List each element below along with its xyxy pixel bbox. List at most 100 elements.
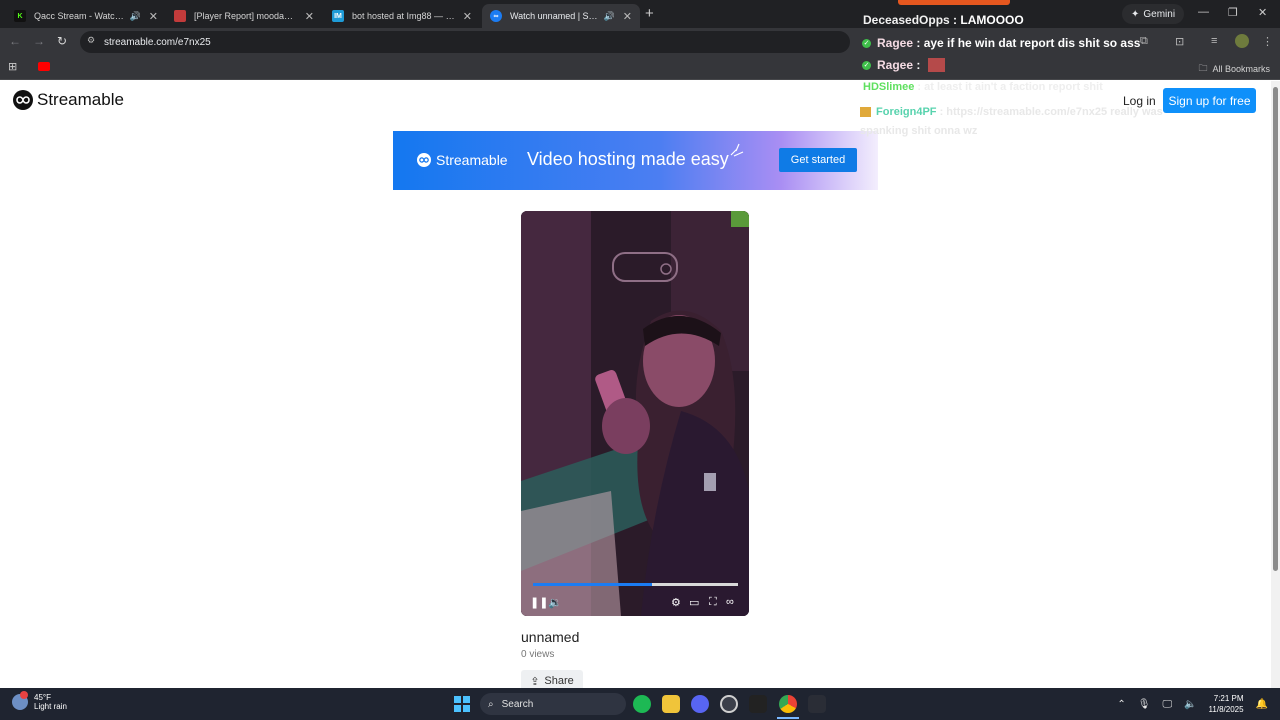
apps-grid-icon[interactable]: ⊞ (8, 60, 17, 73)
chat-message: aye if he win dat report dis shit so ass (923, 36, 1141, 50)
tab-streamable[interactable]: ∞ Watch unnamed | Streamab 🔊 ✕ (482, 4, 640, 28)
chevron-up-icon[interactable]: ⌃ (1117, 699, 1125, 710)
badge-icon (860, 107, 871, 118)
temperature: 45°F (34, 693, 51, 702)
video-title: unnamed (521, 629, 580, 645)
tab-title: Watch unnamed | Streamab (510, 11, 600, 21)
windows-start-icon[interactable] (454, 696, 470, 712)
chrome-icon[interactable] (779, 695, 797, 713)
chat-line: Foreign4PF : https://streamable.com/e7nx… (860, 103, 1185, 141)
epic-games-icon[interactable] (749, 695, 767, 713)
emote-row (898, 0, 1010, 5)
chat-user: Ragee (877, 58, 914, 72)
media-control-icon[interactable]: ≡ (1211, 35, 1217, 47)
app-icon[interactable] (720, 695, 738, 713)
tab-player-report[interactable]: [Player Report] moodabandz | V ✕ (166, 4, 322, 28)
profile-avatar[interactable] (1235, 34, 1249, 48)
logo-text: Streamable (37, 90, 124, 109)
share-icon: ⇪ (530, 675, 540, 688)
chat-separator: : (913, 58, 921, 72)
banner-logo-text: Streamable (436, 152, 508, 168)
chat-line: HDSlimee : at least it ain't a faction r… (863, 81, 1103, 93)
notification-badge (20, 691, 28, 699)
reload-icon[interactable]: ↻ (57, 34, 67, 48)
active-app-indicator (777, 717, 799, 719)
clock-time: 7:21 PM (1213, 694, 1244, 703)
ad-banner[interactable]: Streamable Video hosting made easy Get s… (393, 131, 878, 190)
chat-user: Foreign4PF (876, 106, 937, 118)
chat-separator: : (949, 13, 961, 27)
share-label: Share (544, 675, 574, 687)
fullscreen-icon[interactable]: ⛶ (709, 596, 717, 609)
spotify-icon[interactable] (633, 695, 651, 713)
chat-user: HDSlimee (863, 81, 915, 93)
banner-headline: Video hosting made easy (527, 149, 729, 169)
streamable-logo-icon (13, 90, 33, 110)
network-icon[interactable]: 🖵 (1162, 699, 1172, 710)
discord-icon[interactable] (691, 695, 709, 713)
tab-img88[interactable]: IM bot hosted at Img88 — Img88 ✕ (324, 4, 480, 28)
verified-check-icon: ✓ (862, 61, 871, 71)
speaker-icon[interactable]: 🔊 (604, 11, 615, 22)
weather-widget[interactable]: 45°F Light rain (12, 691, 67, 711)
streamable-favicon-icon: ∞ (490, 10, 502, 22)
chat-separator: : (936, 106, 947, 118)
youtube-bookmark-icon[interactable] (38, 62, 50, 71)
restore-icon[interactable]: ❐ (1228, 6, 1238, 19)
taskbar-search[interactable]: ⌕ Search (480, 693, 626, 715)
streamable-logo[interactable]: Streamable (13, 90, 124, 110)
chat-user: DeceasedOpps (863, 13, 950, 27)
streamable-logo-icon (417, 153, 431, 167)
all-bookmarks-button[interactable]: 🗀 All Bookmarks (1198, 61, 1270, 77)
pause-icon[interactable]: ❚❚ (530, 596, 548, 609)
file-explorer-icon[interactable] (662, 695, 680, 713)
forward-icon[interactable]: → (33, 34, 45, 48)
chat-separator: : (913, 36, 924, 50)
close-tab-icon[interactable]: ✕ (305, 10, 314, 23)
chat-line: DeceasedOpps : LAMOOOO (863, 13, 1024, 27)
video-frame-image (521, 211, 749, 616)
img88-favicon-icon: IM (332, 10, 344, 22)
back-icon[interactable]: ← (9, 34, 21, 48)
chat-overlay: DeceasedOpps : LAMOOOO ✓ Ragee : aye if h… (858, 0, 1188, 140)
get-started-button[interactable]: Get started (779, 148, 857, 172)
menu-icon[interactable]: ⋮ (1262, 35, 1273, 48)
close-tab-icon[interactable]: ✕ (149, 10, 158, 23)
verified-check-icon: ✓ (862, 39, 871, 49)
video-progress-bar[interactable] (533, 583, 738, 586)
address-bar[interactable]: ⚙ streamable.com/e7nx25 (80, 31, 850, 53)
close-window-icon[interactable]: ✕ (1258, 6, 1267, 19)
search-label: Search (501, 698, 534, 710)
microphone-icon[interactable]: 🎙 (1138, 699, 1151, 710)
settings-icon[interactable]: ⚙ (671, 596, 681, 609)
volume-icon[interactable]: 🔉 (548, 596, 562, 609)
rain-cloud-icon (12, 691, 28, 710)
system-clock[interactable]: 7:21 PM 11/8/2025 (1209, 693, 1244, 715)
tab-title: Qacc Stream - Watch Live o (34, 11, 126, 21)
share-button[interactable]: ⇪ Share (521, 670, 583, 688)
new-tab-icon[interactable]: + (645, 5, 654, 22)
streamable-watermark-icon[interactable]: ∞ (726, 596, 734, 608)
close-tab-icon[interactable]: ✕ (623, 10, 632, 23)
address-text: streamable.com/e7nx25 (104, 36, 211, 48)
scrollbar-thumb[interactable] (1273, 87, 1278, 571)
page-scrollbar[interactable] (1271, 81, 1280, 688)
streamable-page: Streamable Log in Sign up for free Strea… (0, 81, 1280, 688)
chat-user: Ragee (877, 36, 914, 50)
sparkle-lines-icon (730, 143, 744, 157)
notifications-icon[interactable]: 🔔 (1256, 699, 1268, 710)
chat-message: LAMOOOO (960, 13, 1024, 27)
close-tab-icon[interactable]: ✕ (463, 10, 472, 23)
video-player[interactable]: ❚❚ 🔉 ⚙ ▭ ⛶ ∞ (521, 211, 749, 616)
all-bookmarks-label: All Bookmarks (1212, 64, 1270, 74)
minimize-icon[interactable]: — (1198, 6, 1209, 18)
picture-in-picture-icon[interactable]: ▭ (689, 596, 699, 609)
site-info-icon[interactable]: ⚙ (87, 35, 95, 46)
volume-icon[interactable]: 🔈 (1184, 699, 1196, 710)
view-count: 0 views (521, 649, 555, 660)
folder-icon: 🗀 (1198, 63, 1208, 73)
app-icon[interactable] (808, 695, 826, 713)
video-progress-fill (533, 583, 652, 586)
tab-kick-stream[interactable]: K Qacc Stream - Watch Live o 🔊 ✕ (6, 4, 166, 28)
speaker-icon[interactable]: 🔊 (130, 11, 141, 22)
